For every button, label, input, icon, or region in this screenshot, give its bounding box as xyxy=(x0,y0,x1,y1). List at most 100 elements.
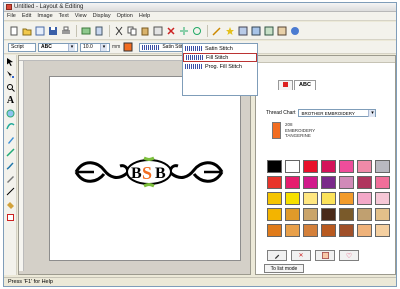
stitch-option-prog-fill[interactable]: Prog. Fill Stitch xyxy=(183,62,257,71)
stitch-option-satin[interactable]: Satin Stitch xyxy=(183,44,257,53)
thread-chart-select[interactable]: BROTHER EMBROIDERY ▾ xyxy=(298,109,377,117)
palette-swatch[interactable] xyxy=(321,176,336,189)
palette-swatch[interactable] xyxy=(285,224,300,237)
menu-image[interactable]: Image xyxy=(34,13,55,19)
fill-tool-icon[interactable] xyxy=(5,199,16,210)
palette-swatch[interactable] xyxy=(339,176,354,189)
palette-swatch[interactable] xyxy=(357,192,372,205)
palette-swatch[interactable] xyxy=(339,160,354,173)
realistic-preview-icon[interactable] xyxy=(263,25,275,37)
zoom-icon[interactable] xyxy=(5,82,16,93)
list-mode-button[interactable]: To list mode xyxy=(264,264,304,273)
palette-swatch[interactable] xyxy=(285,208,300,221)
sewing-order-icon[interactable] xyxy=(237,25,249,37)
duplicate-icon[interactable] xyxy=(152,25,164,37)
menu-view[interactable]: View xyxy=(72,13,90,19)
text-value: ABC xyxy=(41,44,52,50)
palette-swatch[interactable] xyxy=(339,192,354,205)
text-select[interactable]: ABC ▾ xyxy=(38,42,78,52)
embroidery-hoop-area[interactable]: B S B xyxy=(49,76,241,261)
chevron-down-icon[interactable]: ▾ xyxy=(68,43,75,51)
copy-icon[interactable] xyxy=(126,25,138,37)
chevron-down-icon[interactable]: ▾ xyxy=(100,43,107,51)
palette-swatch[interactable] xyxy=(321,224,336,237)
open-file-button[interactable] xyxy=(21,25,33,37)
cut-icon[interactable] xyxy=(113,25,125,37)
palette-swatch[interactable] xyxy=(321,160,336,173)
point-edit-icon[interactable] xyxy=(5,69,16,80)
text-tool-icon[interactable]: A xyxy=(5,95,16,106)
mode-select[interactable]: Script xyxy=(8,42,36,52)
tab-text[interactable]: ABC xyxy=(294,80,316,90)
heart-icon[interactable]: ♡ xyxy=(339,250,359,261)
save-button[interactable] xyxy=(47,25,59,37)
menu-file[interactable]: File xyxy=(4,13,19,19)
palette-swatch[interactable] xyxy=(321,208,336,221)
palette-swatch[interactable] xyxy=(267,208,282,221)
mirror-icon[interactable] xyxy=(178,25,190,37)
new-file-button[interactable] xyxy=(8,25,20,37)
palette-swatch[interactable] xyxy=(375,224,390,237)
hoop-tool-icon[interactable] xyxy=(5,212,16,223)
palette-swatch[interactable] xyxy=(339,224,354,237)
stitch-type-dropdown[interactable]: Satin Stitch Fill Stitch Prog. Fill Stit… xyxy=(182,43,258,96)
tab-color[interactable] xyxy=(278,80,293,90)
palette-swatch[interactable] xyxy=(375,160,390,173)
palette-swatch[interactable] xyxy=(375,176,390,189)
palette-swatch[interactable] xyxy=(375,192,390,205)
help-icon[interactable] xyxy=(289,25,301,37)
palette-swatch[interactable] xyxy=(339,208,354,221)
palette-swatch[interactable] xyxy=(285,160,300,173)
outline-tool-icon[interactable] xyxy=(5,121,16,132)
palette-swatch[interactable] xyxy=(267,160,282,173)
preview-icon[interactable] xyxy=(250,25,262,37)
palette-swatch[interactable] xyxy=(285,176,300,189)
menu-text[interactable]: Text xyxy=(56,13,72,19)
embroidery-design[interactable]: B S B xyxy=(74,152,224,192)
palette-swatch[interactable] xyxy=(357,176,372,189)
design-property-icon[interactable] xyxy=(276,25,288,37)
print-button[interactable] xyxy=(60,25,72,37)
line-tool-icon[interactable] xyxy=(5,186,16,197)
stitch-option-fill[interactable]: Fill Stitch xyxy=(183,53,257,62)
palette-swatch[interactable] xyxy=(375,208,390,221)
no-color-button[interactable]: ✕ xyxy=(291,250,311,261)
palette-swatch[interactable] xyxy=(267,224,282,237)
pencil-tool-icon[interactable] xyxy=(5,173,16,184)
rotate-icon[interactable] xyxy=(191,25,203,37)
magic-wand-icon[interactable] xyxy=(211,25,223,37)
palette-swatch[interactable] xyxy=(303,192,318,205)
delete-icon[interactable] xyxy=(165,25,177,37)
palette-swatch[interactable] xyxy=(303,208,318,221)
shape-tool-icon[interactable] xyxy=(5,108,16,119)
paint-tool-icon[interactable] xyxy=(5,134,16,145)
panel-tabs: ABC xyxy=(278,80,317,90)
menu-display[interactable]: Display xyxy=(90,13,114,19)
chevron-down-icon[interactable]: ▾ xyxy=(368,109,376,117)
import-button[interactable] xyxy=(80,25,92,37)
palette-swatch[interactable] xyxy=(357,208,372,221)
palette-swatch[interactable] xyxy=(285,192,300,205)
palette-swatch[interactable] xyxy=(267,192,282,205)
brush-tool-icon[interactable] xyxy=(5,160,16,171)
palette-swatch[interactable] xyxy=(303,176,318,189)
palette-swatch[interactable] xyxy=(357,224,372,237)
paste-icon[interactable] xyxy=(139,25,151,37)
select-arrow-icon[interactable] xyxy=(5,56,16,67)
pick-color-button[interactable] xyxy=(267,250,287,261)
color-swatch-icon[interactable] xyxy=(122,41,134,53)
palette-swatch[interactable] xyxy=(303,160,318,173)
write-card-button[interactable] xyxy=(93,25,105,37)
menu-help[interactable]: Help xyxy=(136,13,153,19)
color-option-button[interactable] xyxy=(315,250,335,261)
palette-swatch[interactable] xyxy=(267,176,282,189)
size-select[interactable]: 10.0 ▾ xyxy=(80,42,110,52)
stitch-tool-icon[interactable] xyxy=(5,147,16,158)
palette-swatch[interactable] xyxy=(321,192,336,205)
palette-swatch[interactable] xyxy=(357,160,372,173)
wizard-icon[interactable] xyxy=(224,25,236,37)
menu-edit[interactable]: Edit xyxy=(19,13,34,19)
menu-option[interactable]: Option xyxy=(114,13,136,19)
template-button[interactable] xyxy=(34,25,46,37)
palette-swatch[interactable] xyxy=(303,224,318,237)
